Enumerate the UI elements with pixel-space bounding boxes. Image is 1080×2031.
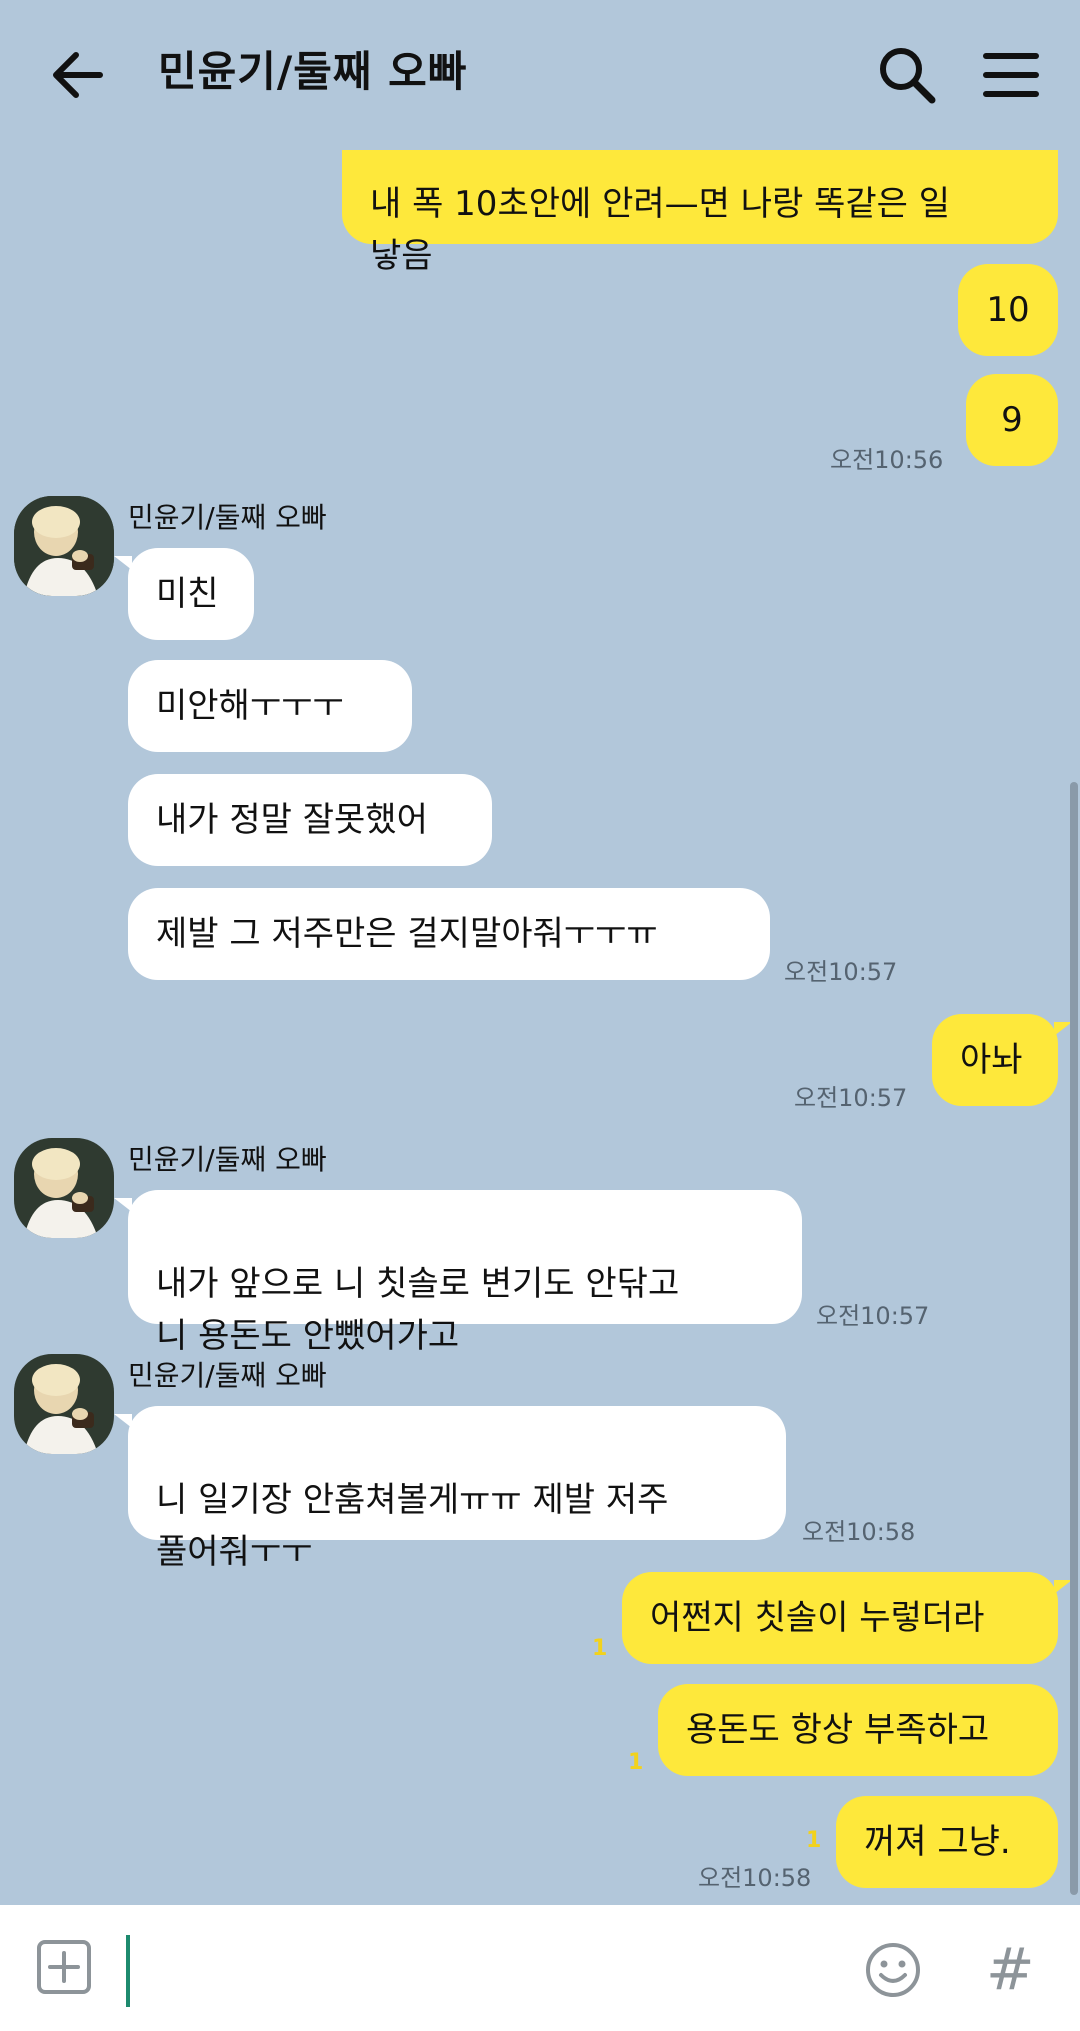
back-button[interactable] [44,40,114,110]
message-text: 내 폭 10초안에 안려—면 나랑 똑같은 일 낳음 [370,184,951,276]
emoji-button[interactable] [864,1941,922,1999]
sender-name: 민윤기/둘째 오빠 [128,1143,327,1176]
menu-button[interactable] [976,40,1046,110]
message-text: 내가 앞으로 니 칫솔로 변기도 안닦고 니 용돈도 안뺐어가고 [156,1264,680,1356]
message-text: 꺼져 그냥. [864,1822,1011,1862]
message-bubble-theirs[interactable]: 내가 앞으로 니 칫솔로 변기도 안닦고 니 용돈도 안뺐어가고 [114,1190,802,1356]
message-bubble-theirs[interactable]: 제발 그 저주만은 걸지말아줘ㅜㅜㅠ [128,888,770,980]
chat-area[interactable]: 내 폭 10초안에 안려—면 나랑 똑같은 일 낳음 10 9 오전10:56 … [0,0,1080,1905]
message-bubble-mine[interactable]: 아놔 [932,1014,1072,1106]
chat-header: 민윤기/둘째 오빠 [0,0,1080,150]
message-bubble-mine[interactable]: 9 [966,374,1058,466]
message-text: 용돈도 항상 부족하고 [686,1710,990,1750]
message-bubble-theirs[interactable]: 미친 [114,548,254,640]
message-text: 미친 [156,574,219,614]
text-cursor [126,1935,130,2007]
plus-square-icon [37,1940,91,1994]
message-text: 9 [1001,400,1023,440]
smiley-icon [866,1943,920,1997]
message-text: 제발 그 저주만은 걸지말아줘ㅜㅜㅠ [156,914,658,954]
message-time: 오전10:56 [830,446,944,474]
message-bubble-mine[interactable]: 10 [958,264,1058,356]
message-text: 10 [986,290,1030,330]
message-text: 미안해ㅜㅜㅜ [156,686,344,726]
avatar[interactable] [14,1138,114,1238]
hash-button[interactable]: # [986,1931,1036,2007]
message-text: 내가 정말 잘못했어 [156,800,428,840]
arrow-left-icon [53,52,103,98]
avatar-photo [14,1354,114,1454]
avatar[interactable] [14,496,114,596]
message-text: 어쩐지 칫솔이 누렇더라 [650,1598,985,1638]
message-input-bar: # [0,1905,1080,2031]
search-icon [880,48,936,104]
attach-button[interactable] [36,1939,92,1995]
message-bubble-mine[interactable]: 용돈도 항상 부족하고 [658,1684,1058,1776]
avatar[interactable] [14,1354,114,1454]
sender-name: 민윤기/둘째 오빠 [128,501,327,534]
message-bubble-theirs[interactable]: 미안해ㅜㅜㅜ [128,660,412,752]
message-bubble-mine[interactable]: 어쩐지 칫솔이 누렇더라 [622,1572,1072,1664]
search-button[interactable] [872,40,942,110]
sender-name: 민윤기/둘째 오빠 [128,1359,327,1392]
message-text: 니 일기장 안훔쳐볼게ㅠㅠ 제발 저주 풀어줘ㅜㅜ [156,1480,669,1572]
avatar-photo [14,1138,114,1238]
unread-count: 1 [628,1750,644,1775]
message-bubble-theirs[interactable]: 내가 정말 잘못했어 [128,774,492,866]
message-input[interactable] [140,1935,844,2009]
message-time: 오전10:58 [802,1518,916,1546]
unread-count: 1 [806,1828,822,1853]
chat-title: 민윤기/둘째 오빠 [158,47,468,96]
message-time: 오전10:57 [794,1084,908,1112]
hash-icon: # [986,1935,1035,2003]
message-time: 오전10:57 [816,1302,930,1330]
message-time: 오전10:58 [698,1864,812,1892]
message-bubble-mine[interactable]: 꺼져 그냥. [836,1796,1058,1888]
message-text: 아놔 [960,1040,1023,1080]
unread-count: 1 [592,1636,608,1661]
avatar-photo [14,496,114,596]
message-bubble-theirs[interactable]: 니 일기장 안훔쳐볼게ㅠㅠ 제발 저주 풀어줘ㅜㅜ [114,1406,786,1572]
scrollbar[interactable] [1070,782,1078,1895]
hamburger-menu-icon [983,53,1039,97]
message-time: 오전10:57 [784,958,898,986]
